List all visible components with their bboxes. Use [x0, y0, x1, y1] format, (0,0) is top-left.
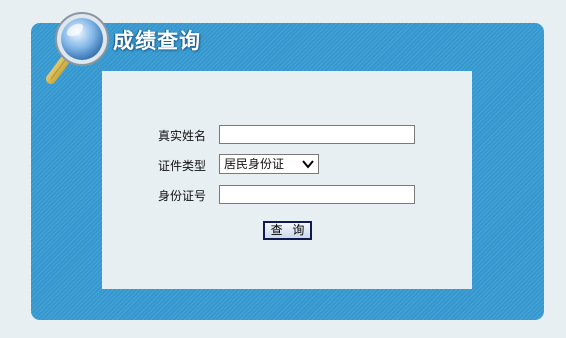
id-type-selected: 居民身份证: [224, 157, 285, 171]
form-area: [102, 71, 472, 289]
id-type-label: 证件类型: [157, 159, 206, 173]
id-type-select[interactable]: 居民身份证: [219, 154, 319, 174]
query-button[interactable]: 查 询: [263, 221, 312, 240]
name-input[interactable]: [219, 125, 415, 144]
id-number-input[interactable]: [219, 185, 415, 204]
name-label: 真实姓名: [157, 129, 206, 143]
chevron-down-icon: [302, 160, 314, 169]
page-title: 成绩查询: [113, 29, 201, 53]
id-number-label: 身份证号: [157, 189, 206, 203]
